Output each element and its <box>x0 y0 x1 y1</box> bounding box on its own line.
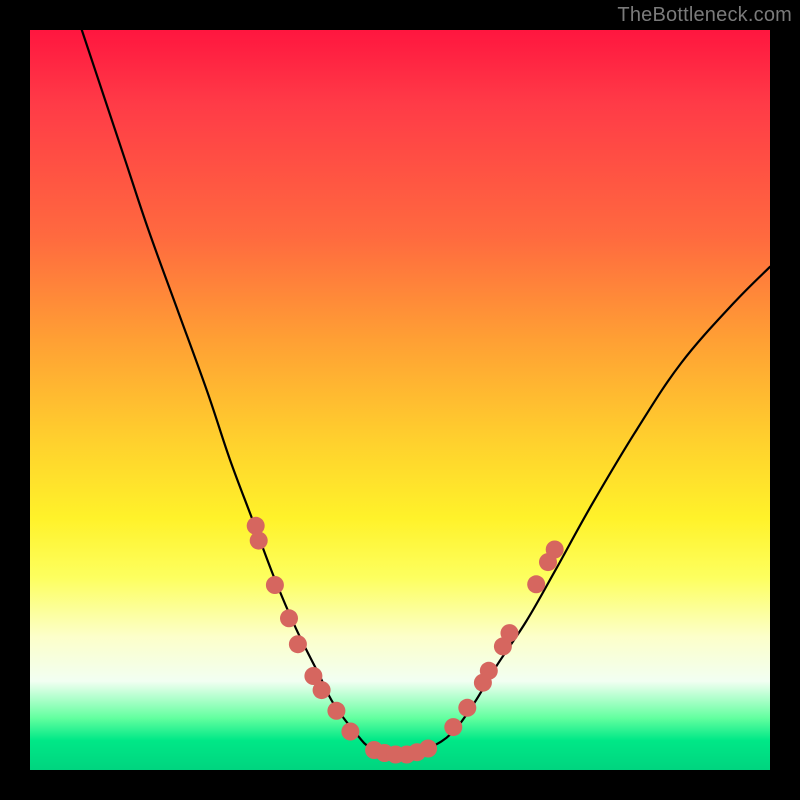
bead-marker <box>327 702 345 720</box>
bead-marker <box>313 681 331 699</box>
bead-marker <box>546 541 564 559</box>
bead-marker <box>247 517 265 535</box>
chart-frame: TheBottleneck.com <box>0 0 800 800</box>
bead-marker <box>419 740 437 758</box>
chart-svg <box>30 30 770 770</box>
bead-marker <box>458 699 476 717</box>
bead-marker <box>501 624 519 642</box>
bottleneck-curve <box>82 30 770 756</box>
bead-marker <box>266 576 284 594</box>
bead-marker <box>289 635 307 653</box>
bead-marker <box>480 662 498 680</box>
bead-marker <box>527 575 545 593</box>
curve-path <box>82 30 770 756</box>
bead-markers <box>247 517 564 764</box>
bead-marker <box>444 718 462 736</box>
bead-marker <box>341 723 359 741</box>
bead-marker <box>250 532 268 550</box>
bead-marker <box>280 609 298 627</box>
watermark-text: TheBottleneck.com <box>617 4 792 27</box>
